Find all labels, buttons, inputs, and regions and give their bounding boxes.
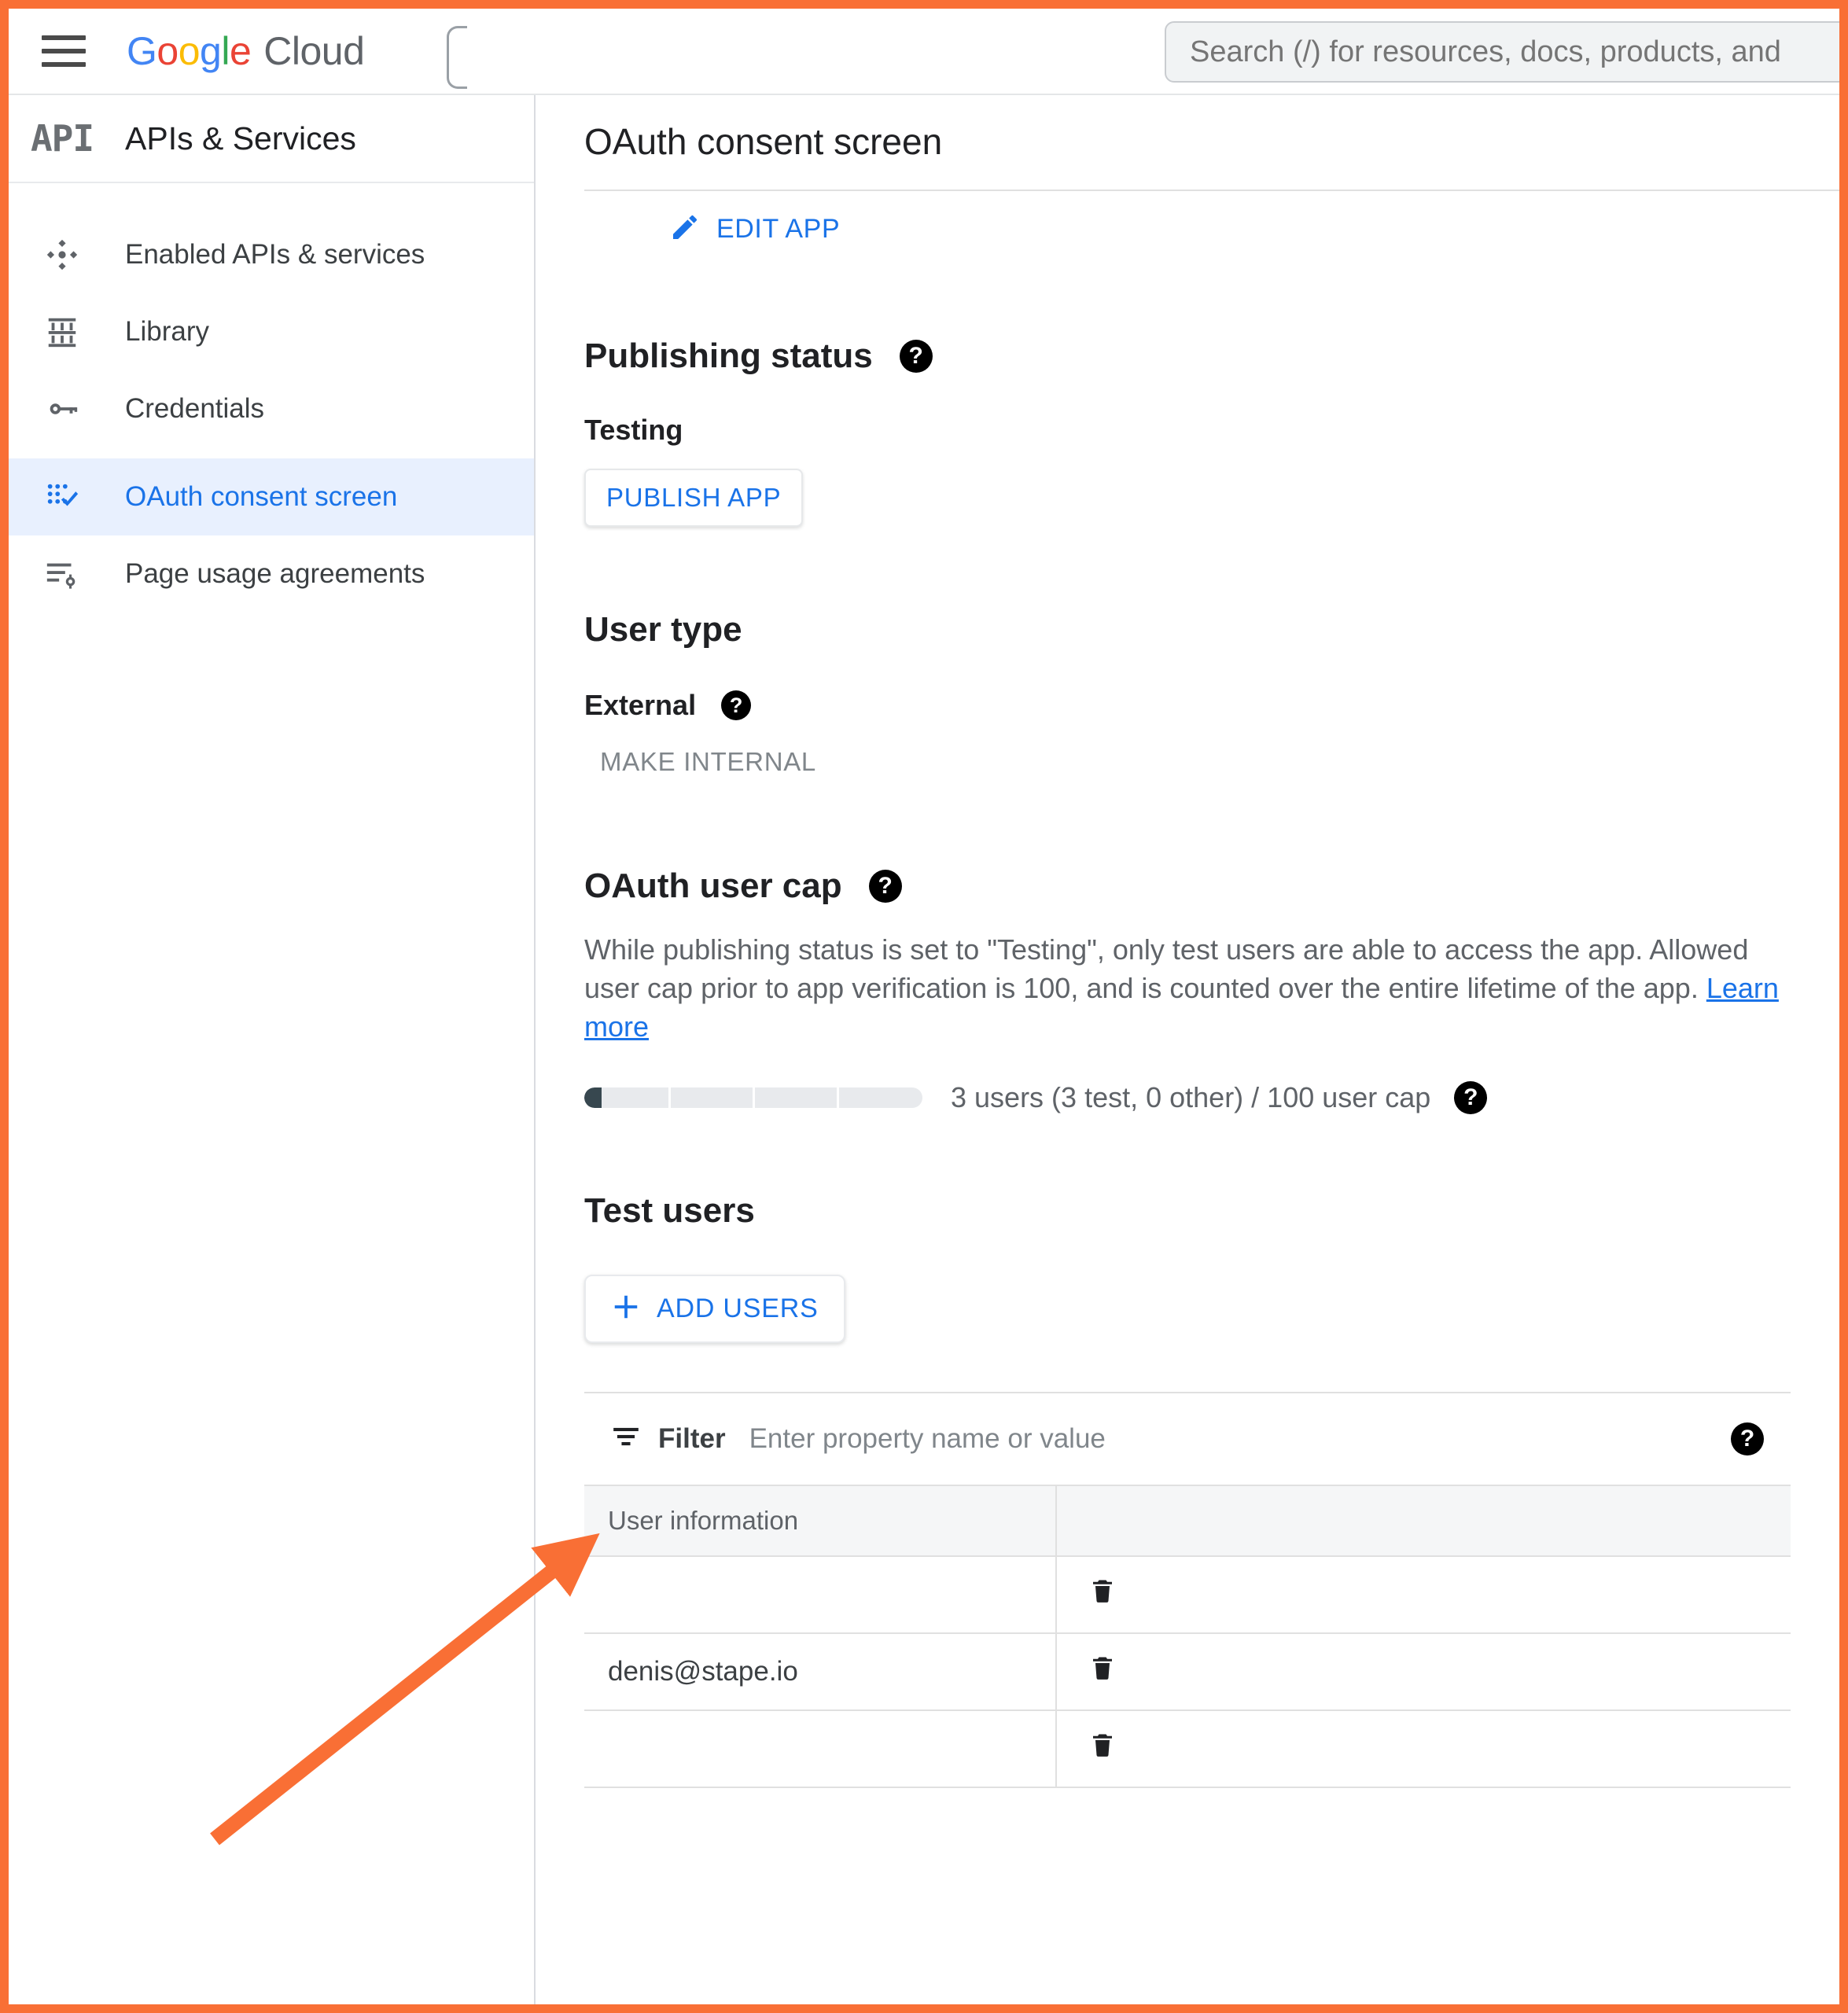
oauth-user-cap-header: OAuth user cap ? (584, 867, 1839, 906)
logo-letter-e1: e (230, 31, 251, 71)
enabled-apis-icon (26, 237, 98, 273)
user-cap-usage-text: 3 users (3 test, 0 other) / 100 user cap (951, 1081, 1430, 1114)
user-cap-progress-fill (584, 1087, 602, 1108)
trash-icon[interactable] (1088, 1654, 1117, 1689)
oauth-consent-icon (26, 479, 98, 515)
test-users-header: Test users (584, 1191, 1839, 1231)
filter-row: Filter ? (584, 1393, 1791, 1485)
api-logo: API (26, 117, 98, 160)
sidebar-item-enabled-apis[interactable]: Enabled APIs & services (9, 216, 534, 293)
sidebar-item-label: Credentials (125, 393, 264, 425)
user-cap-progress-bar (584, 1087, 922, 1108)
column-header-actions (1056, 1485, 1791, 1556)
logo-word-cloud: Cloud (263, 31, 364, 71)
trash-icon[interactable] (1088, 1577, 1117, 1612)
logo-letter-o1: o (156, 31, 178, 71)
search-input[interactable] (1165, 21, 1848, 83)
page-title: OAuth consent screen (584, 120, 1839, 163)
add-users-label: ADD USERS (657, 1294, 819, 1324)
test-users-title: Test users (584, 1191, 755, 1231)
cell-user-information: denis@stape.io (584, 1633, 1056, 1710)
cell-user-information (584, 1556, 1056, 1633)
cell-actions (1056, 1633, 1791, 1710)
title-divider (584, 190, 1839, 191)
sidebar-item-library[interactable]: Library (9, 293, 534, 370)
google-cloud-logo[interactable]: Google Cloud (127, 31, 364, 71)
filter-icon[interactable] (611, 1422, 641, 1455)
filter-input[interactable] (749, 1423, 1715, 1455)
search-brace-decoration (447, 26, 467, 89)
sidebar-header: API APIs & Services (9, 95, 534, 183)
user-type-value-row: External ? (584, 689, 1839, 722)
user-type-header: User type (584, 610, 1839, 650)
make-internal-button[interactable]: MAKE INTERNAL (597, 739, 819, 785)
sidebar-title: APIs & Services (125, 120, 356, 157)
column-header-user-information: User information (584, 1485, 1056, 1556)
test-users-table: User information (584, 1485, 1791, 1788)
publish-app-button[interactable]: PUBLISH APP (584, 469, 803, 527)
help-icon[interactable]: ? (900, 340, 933, 373)
plus-icon (611, 1292, 641, 1326)
user-type-value: External (584, 689, 696, 722)
publishing-status-value: Testing (584, 414, 1839, 447)
sidebar-item-label: Enabled APIs & services (125, 239, 425, 270)
filter-label: Filter (658, 1423, 726, 1455)
help-icon[interactable]: ? (1454, 1081, 1487, 1114)
edit-app-label: EDIT APP (716, 214, 840, 245)
main-content: OAuth consent screen EDIT APP Publishing… (536, 95, 1839, 2004)
sidebar-item-credentials[interactable]: Credentials (9, 370, 534, 447)
screenshot-frame: Google Cloud API APIs & Services Enabled … (0, 0, 1848, 2013)
add-users-button[interactable]: ADD USERS (584, 1275, 845, 1343)
oauth-user-cap-description: While publishing status is set to "Testi… (584, 931, 1795, 1047)
oauth-user-cap-usage-row: 3 users (3 test, 0 other) / 100 user cap… (584, 1081, 1839, 1114)
trash-icon[interactable] (1088, 1731, 1117, 1766)
top-app-bar: Google Cloud (9, 9, 1839, 95)
search-container (1165, 21, 1848, 83)
hamburger-menu-icon[interactable] (42, 33, 86, 69)
logo-letter-g2: g (200, 31, 221, 71)
cell-actions (1056, 1556, 1791, 1633)
edit-app-button[interactable]: EDIT APP (661, 208, 848, 250)
key-icon (26, 391, 98, 427)
sidebar-item-page-usage-agreements[interactable]: Page usage agreements (9, 535, 534, 613)
publishing-status-header: Publishing status ? (584, 337, 1839, 376)
table-row[interactable] (584, 1556, 1791, 1633)
test-users-table-card: Filter ? User information (584, 1392, 1791, 1788)
publishing-status-title: Publishing status (584, 337, 873, 376)
oauth-cap-description-text: While publishing status is set to "Testi… (584, 933, 1748, 1004)
help-icon[interactable]: ? (869, 870, 902, 903)
page-usage-agreements-icon (26, 556, 98, 592)
cell-user-information (584, 1710, 1056, 1787)
logo-letter-o2: o (179, 31, 200, 71)
sidebar-item-label: Library (125, 316, 209, 348)
help-icon[interactable]: ? (721, 690, 751, 720)
pencil-icon (669, 212, 701, 247)
user-type-title: User type (584, 610, 742, 650)
sidebar: API APIs & Services Enabled APIs & servi… (9, 95, 536, 2004)
logo-letter-g1: G (127, 31, 156, 71)
table-row[interactable]: denis@stape.io (584, 1633, 1791, 1710)
help-icon[interactable]: ? (1731, 1422, 1764, 1455)
cell-actions (1056, 1710, 1791, 1787)
sidebar-item-label: OAuth consent screen (125, 481, 397, 513)
table-row[interactable] (584, 1710, 1791, 1787)
sidebar-item-label: Page usage agreements (125, 558, 425, 590)
library-icon (26, 314, 98, 350)
logo-letter-l1: l (221, 31, 230, 71)
table-header-row: User information (584, 1485, 1791, 1556)
oauth-user-cap-title: OAuth user cap (584, 867, 842, 906)
sidebar-item-oauth-consent-screen[interactable]: OAuth consent screen (9, 458, 534, 535)
